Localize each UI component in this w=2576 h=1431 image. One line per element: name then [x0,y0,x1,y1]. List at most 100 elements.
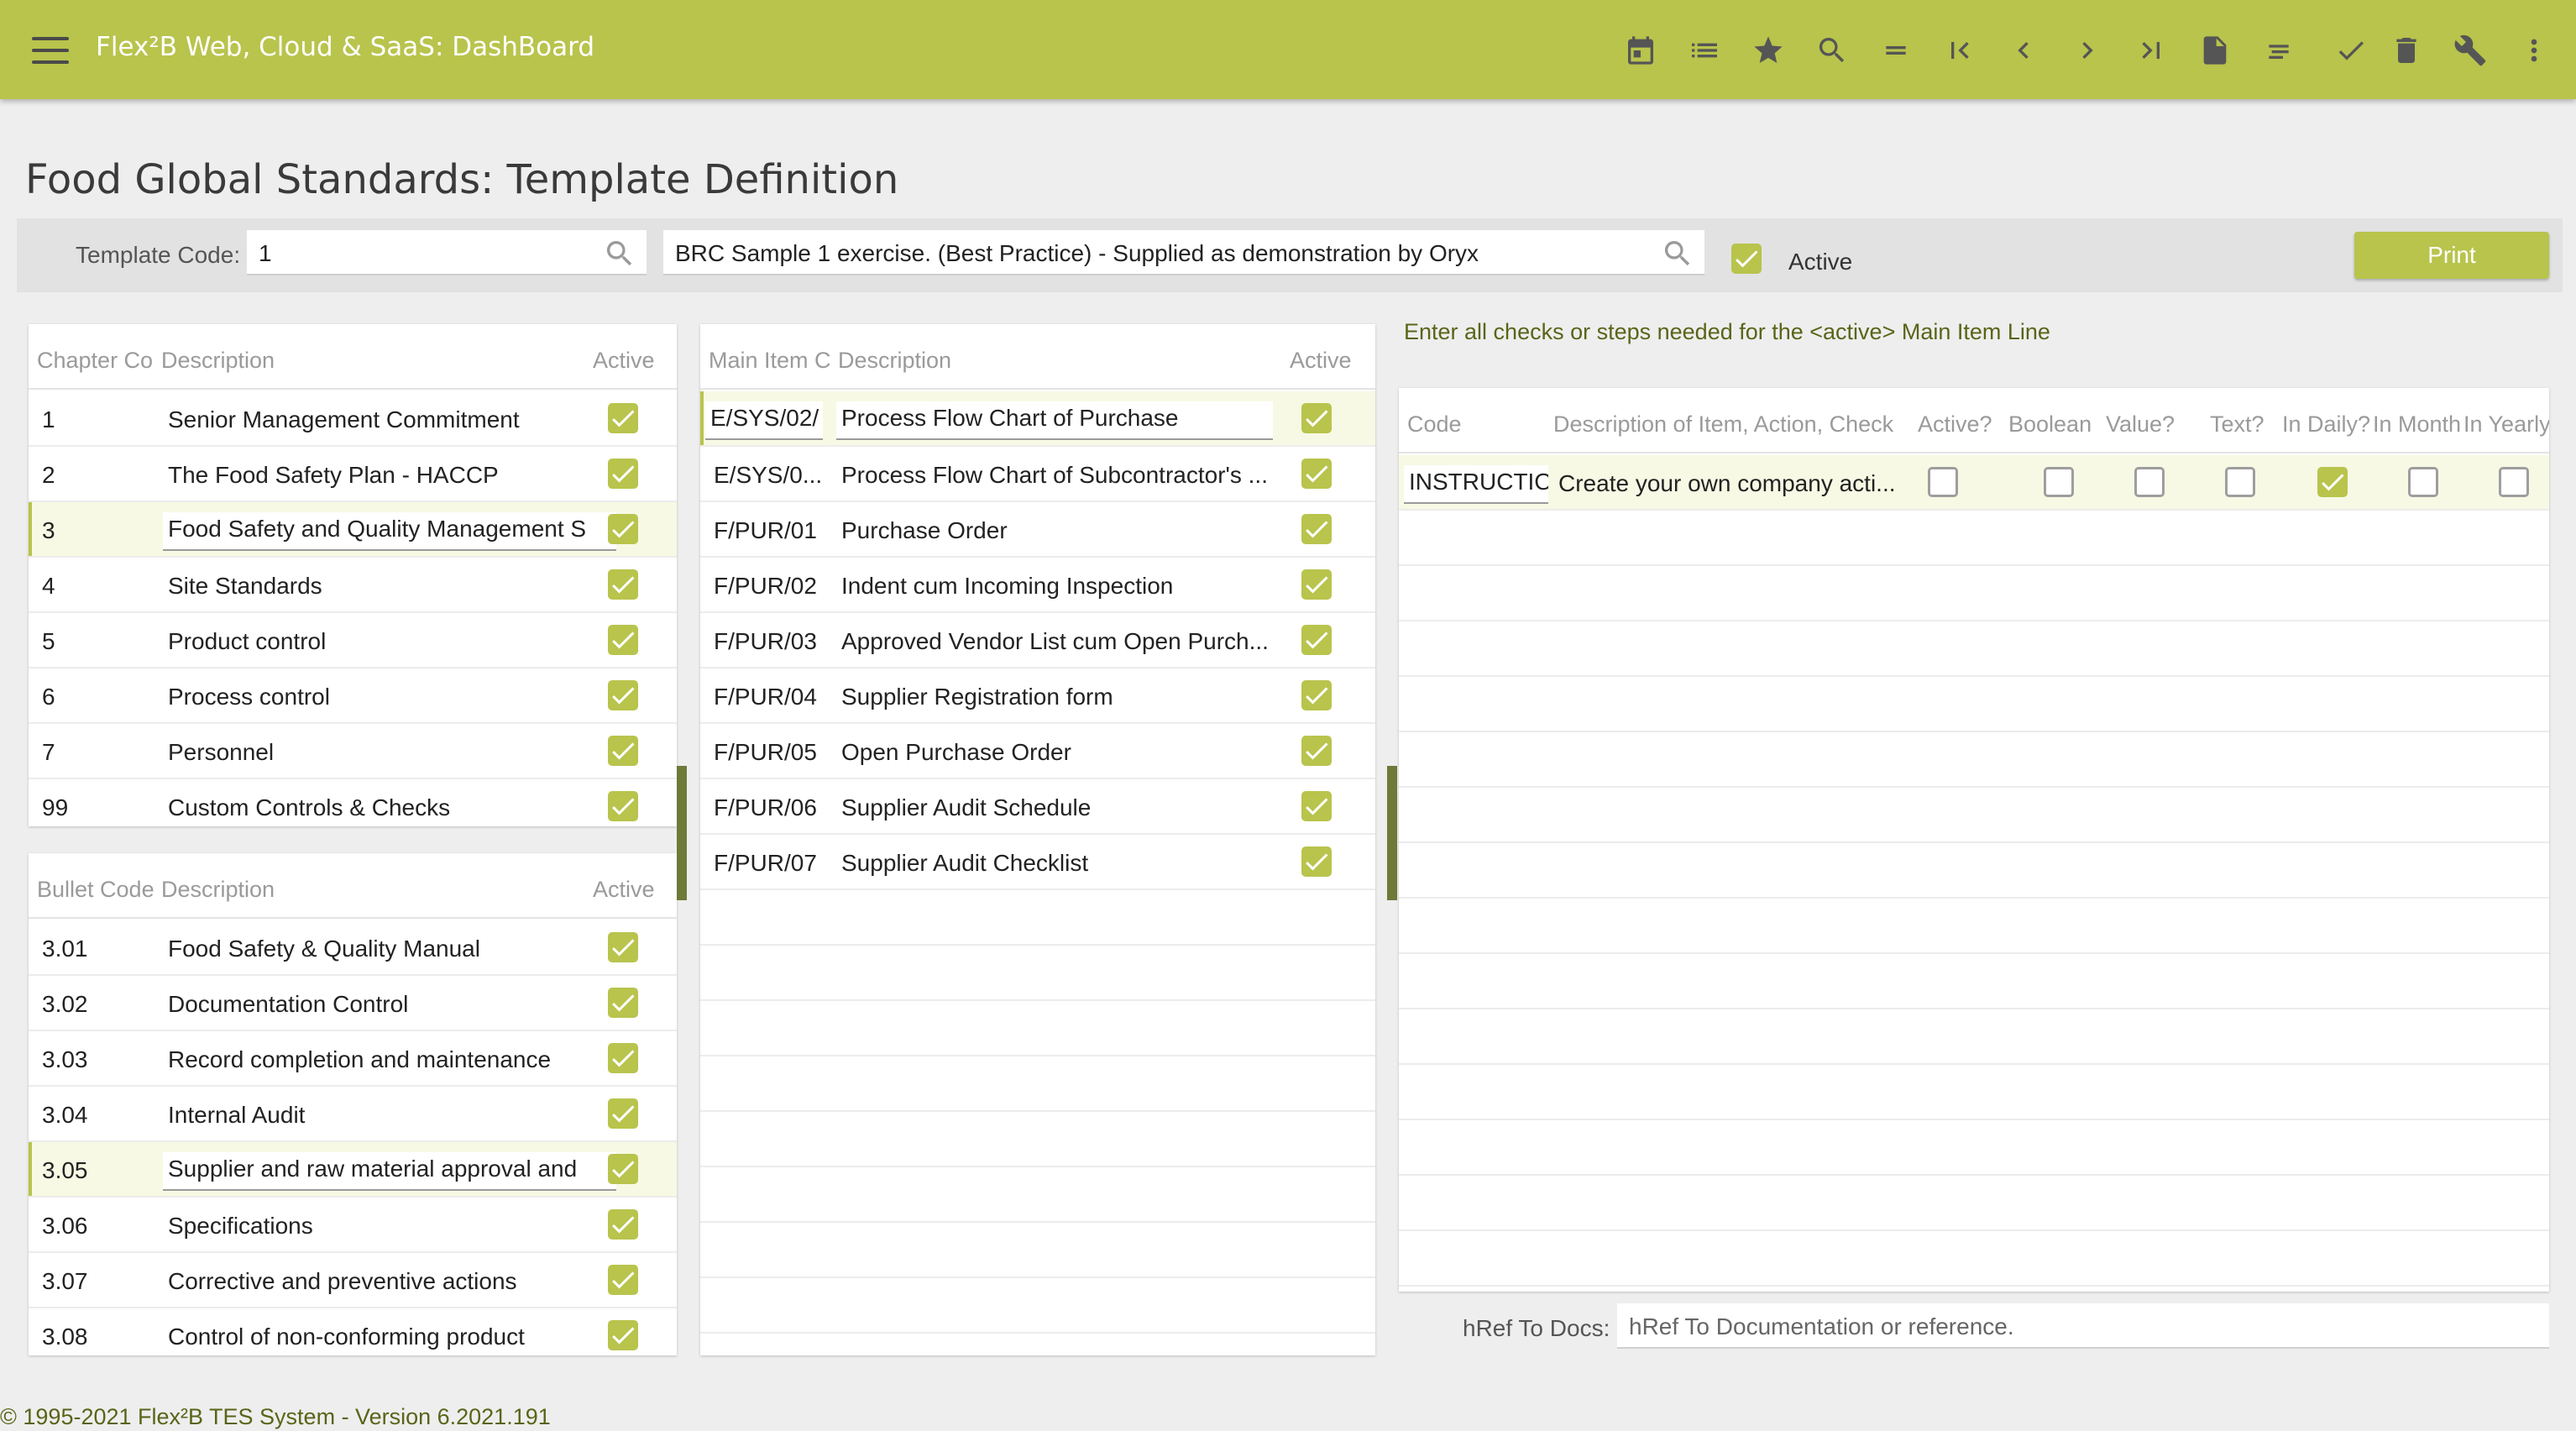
list-icon[interactable] [1681,27,1728,74]
column-header-code[interactable]: Code [1407,411,1550,438]
checkbox-checked[interactable] [1301,514,1332,544]
print-button[interactable]: Print [2354,232,2549,279]
column-header-code[interactable]: Chapter Co [37,348,158,374]
checkbox-checked[interactable] [1301,680,1332,710]
table-row[interactable]: 5 Product control [29,613,677,668]
search-icon[interactable] [603,237,636,270]
checkbox-value[interactable] [2134,467,2165,497]
next-icon[interactable] [2064,27,2111,74]
table-row[interactable]: INSTRUCTIO Create your own company acti..… [1399,455,2549,511]
table-row[interactable]: E/SYS/02/Process Flow Chart of Purchase [700,391,1375,447]
checkbox-checked[interactable] [1301,403,1332,433]
column-header-in-daily[interactable]: In Daily? [2282,411,2371,438]
checkbox-checked[interactable] [608,736,638,766]
checkbox-text[interactable] [2225,467,2255,497]
checkbox-yearly[interactable] [2499,467,2529,497]
left-splitter-handle[interactable] [677,766,687,900]
checkbox-checked[interactable] [608,1098,638,1129]
checkbox-checked[interactable] [1301,569,1332,600]
checkbox-checked[interactable] [608,1043,638,1073]
last-page-icon[interactable] [2128,27,2175,74]
cell-description-editor[interactable]: Supplier and raw material approval and [163,1152,616,1191]
cell-description-editor[interactable]: Food Safety and Quality Management S [163,512,616,551]
star-icon[interactable] [1745,27,1792,74]
checkbox-checked[interactable] [608,403,638,433]
checkbox-checked[interactable] [1301,625,1332,655]
checkbox-checked[interactable] [1301,459,1332,489]
first-page-icon[interactable] [1936,27,1983,74]
table-row[interactable]: 3.06 Specifications [29,1198,677,1253]
table-row[interactable]: 99 Custom Controls & Checks [29,779,677,826]
table-row[interactable]: 1 Senior Management Commitment [29,391,677,447]
checkbox-boolean[interactable] [2044,467,2074,497]
check-icon[interactable] [2327,27,2374,74]
checkbox-checked[interactable] [608,680,638,710]
checkbox-checked[interactable] [608,514,638,544]
document-icon[interactable] [2191,27,2238,74]
cell-description-editor[interactable]: Process Flow Chart of Purchase [836,401,1273,440]
table-row[interactable]: F/PUR/01 Purchase Order [700,502,1375,558]
template-description-input[interactable]: BRC Sample 1 exercise. (Best Practice) -… [663,230,1704,275]
table-row[interactable]: F/PUR/02 Indent cum Incoming Inspection [700,558,1375,613]
checkbox-checked[interactable] [608,932,638,962]
table-row[interactable]: E/SYS/0... Process Flow Chart of Subcontr… [700,447,1375,502]
notes-icon[interactable] [2255,27,2302,74]
checkbox-checked[interactable] [1301,736,1332,766]
template-code-input[interactable]: 1 [247,230,647,275]
href-input[interactable]: hRef To Documentation or reference. [1617,1303,2549,1349]
table-row[interactable]: 7 Personnel [29,724,677,779]
active-checkbox[interactable] [1731,244,1762,274]
equals-icon[interactable] [1872,27,1919,74]
column-header-active[interactable]: Active? [1918,411,2003,438]
column-header-in-monthly[interactable]: In Monthly [2373,411,2462,438]
checkbox-checked[interactable] [608,1154,638,1184]
table-row[interactable]: 3.04 Internal Audit [29,1087,677,1142]
checkbox-checked[interactable] [608,459,638,489]
table-row[interactable]: 3 Food Safety and Quality Management S [29,502,677,558]
checkbox-checked[interactable] [608,1320,638,1350]
column-header-description[interactable]: Description [161,348,275,374]
column-header-description[interactable]: Description [161,877,275,903]
table-row[interactable]: 2 The Food Safety Plan - HACCP [29,447,677,502]
table-row[interactable]: 3.02 Documentation Control [29,976,677,1031]
wrench-icon[interactable] [2447,27,2494,74]
table-row[interactable]: F/PUR/07 Supplier Audit Checklist [700,835,1375,890]
checkbox-checked[interactable] [608,625,638,655]
column-header-code[interactable]: Main Item C [709,348,833,374]
search-icon[interactable] [1809,27,1856,74]
table-row[interactable]: 3.07 Corrective and preventive actions [29,1253,677,1308]
column-header-description[interactable]: Description [838,348,951,374]
checkbox-checked[interactable] [608,1209,638,1240]
search-icon[interactable] [1661,237,1694,270]
column-header-text[interactable]: Text? [2210,411,2270,438]
table-row[interactable]: 3.01 Food Safety & Quality Manual [29,920,677,976]
checkbox-checked[interactable] [608,791,638,821]
previous-icon[interactable] [2000,27,2047,74]
hamburger-menu-icon[interactable] [32,34,71,67]
table-row[interactable]: F/PUR/03 Approved Vendor List cum Open Pu… [700,613,1375,668]
column-header-value[interactable]: Value? [2106,411,2193,438]
checkbox-daily[interactable] [2317,467,2348,497]
checkbox-checked[interactable] [608,988,638,1018]
column-header-in-yearly[interactable]: In Yearly [2463,411,2549,438]
column-header-boolean[interactable]: Boolean [2008,411,2096,438]
checkbox-checked[interactable] [1301,791,1332,821]
checkbox-active[interactable] [1928,467,1958,497]
cell-code-editor[interactable]: INSTRUCTIO [1404,465,1548,504]
table-row[interactable]: 6 Process control [29,668,677,724]
checkbox-checked[interactable] [608,569,638,600]
table-row[interactable]: F/PUR/04 Supplier Registration form [700,668,1375,724]
table-row[interactable]: 3.05 Supplier and raw material approval a… [29,1142,677,1198]
column-header-active[interactable]: Active [1290,348,1352,374]
table-row[interactable]: F/PUR/05 Open Purchase Order [700,724,1375,779]
column-header-description[interactable]: Description of Item, Action, Check [1553,411,1914,438]
delete-icon[interactable] [2383,27,2430,74]
more-vert-icon[interactable] [2511,27,2558,74]
column-header-active[interactable]: Active [593,348,655,374]
table-row[interactable]: 4 Site Standards [29,558,677,613]
checkbox-checked[interactable] [1301,847,1332,877]
table-row[interactable]: 3.03 Record completion and maintenance [29,1031,677,1087]
column-header-active[interactable]: Active [593,877,655,903]
calendar-icon[interactable] [1617,27,1664,74]
table-row[interactable]: 3.08 Control of non-conforming product [29,1308,677,1355]
